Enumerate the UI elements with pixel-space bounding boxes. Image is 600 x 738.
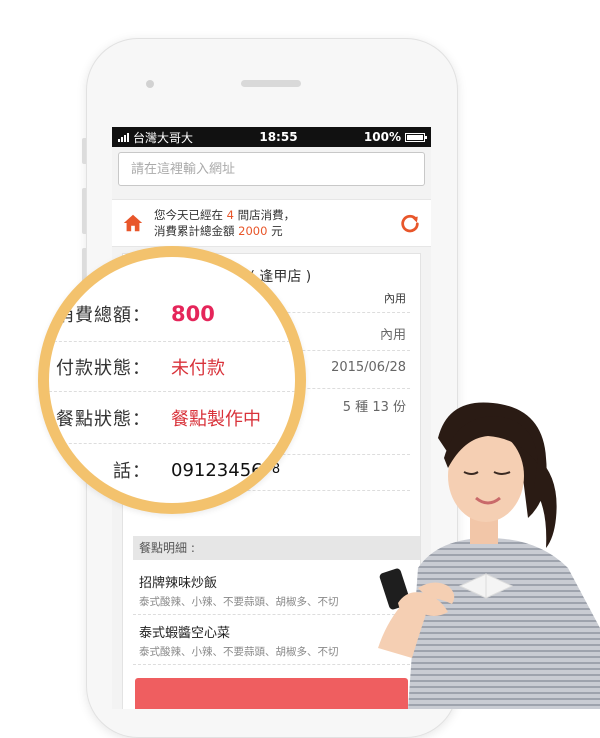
notice-text: 您今天已經在 4 間店消費， 消費累計總金額 2000 元 [154,207,399,239]
divider [49,443,295,444]
battery-icon [404,132,427,142]
meal-label: 餐點狀態： [56,409,151,430]
carrier-name: 台灣大哥大 [133,130,194,145]
dine-type: 內用 [379,328,406,343]
volume-up-button [82,188,86,234]
store-count: 4 [226,208,234,222]
phone-row: 電 話： 0912345678 [49,457,295,483]
total-amount: 2000 [238,224,268,238]
battery-percent: 100% [363,130,401,144]
item-options: 泰式酸辣、小辣、不要蒜頭、胡椒多、不切 [139,646,339,658]
dine-type-header: 內用 [384,292,406,305]
carrier-group: 台灣大哥大 [118,129,193,146]
status-bar: 台灣大哥大 18:55 100% [112,127,431,147]
phone-label: 電 話： [56,461,151,482]
payment-row: 付款狀態： 未付款 [49,354,295,380]
divider [49,391,295,392]
camera-dot [146,80,154,88]
total-label: 消費總額： [56,305,151,326]
notice-text-part: 間店消費， [233,208,296,222]
home-icon[interactable] [122,212,144,234]
magnifier-callout: 消費總額： 800 付款狀態： 未付款 餐點狀態： 餐點製作中 電 話： 091… [38,246,306,514]
url-input[interactable] [118,152,425,186]
item-name: 泰式蝦醬空心菜 [139,626,231,641]
meal-row: 餐點狀態： 餐點製作中 [49,405,295,431]
signal-icon [118,132,129,142]
speaker-slot [241,80,301,87]
order-date: 2015/06/28 [331,360,406,375]
status-time: 18:55 [259,130,298,144]
mute-switch [82,138,86,164]
payment-label: 付款狀態： [56,358,151,379]
item-options: 泰式酸辣、小辣、不要蒜頭、胡椒多、不切 [139,596,339,608]
url-bar [112,147,431,191]
divider [49,341,295,342]
total-row: 消費總額： 800 [49,301,295,327]
notice-text-part: 消費累計總金額 [154,224,239,238]
battery-group: 100% [363,130,427,144]
notice-text-part: 元 [267,224,283,238]
divider [133,664,410,665]
item-name: 招牌辣味炒飯 [139,576,218,591]
total-value: 800 [171,302,215,326]
phone-value: 0912345678 [171,459,286,481]
consumption-notice: 您今天已經在 4 間店消費， 消費累計總金額 2000 元 [112,199,431,247]
refresh-icon[interactable] [399,212,421,234]
detail-header: 餐點明細 : [133,536,420,560]
meal-status: 餐點製作中 [171,409,261,430]
payment-status: 未付款 [171,358,225,379]
action-button[interactable] [135,678,408,709]
woman-using-phone-image [378,402,600,709]
divider [133,614,410,615]
notice-text-part: 您今天已經在 [154,208,227,222]
